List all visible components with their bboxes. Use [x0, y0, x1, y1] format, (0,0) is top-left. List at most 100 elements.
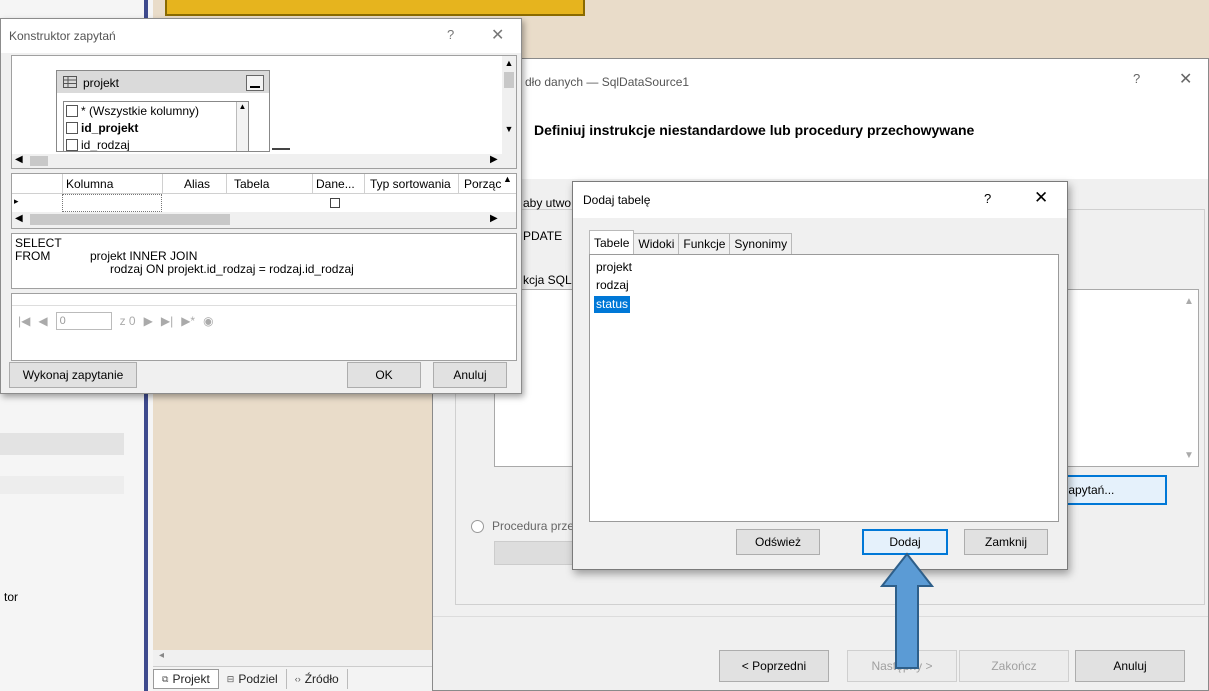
wizard-cancel-button[interactable]: Anuluj	[1075, 650, 1185, 682]
tab-source-view[interactable]: ‹› Źródło	[287, 669, 348, 689]
new-record-icon[interactable]: ▶*	[181, 314, 195, 328]
add-table-tabs: Tabele Widoki Funkcje Synonimy	[589, 230, 793, 254]
next-record-icon[interactable]: ▶	[144, 314, 153, 328]
query-builder-button[interactable]: r zapytań...	[1053, 475, 1167, 505]
diagram-pane[interactable]: projekt * (Wszystkie kolumny) id_projekt…	[11, 55, 517, 169]
grid-col-header[interactable]: Alias	[184, 177, 210, 191]
scroll-thumb[interactable]	[30, 156, 48, 166]
grid-cell-column[interactable]	[62, 194, 162, 212]
column-list-scrollbar[interactable]: ▲	[236, 102, 248, 151]
table-list[interactable]: projekt rodzaj status	[589, 254, 1059, 522]
results-pane[interactable]: |◀ ◀ 0 z 0 ▶ ▶| ▶* ◉	[11, 293, 517, 361]
previous-button[interactable]: < Poprzedni	[719, 650, 829, 682]
scroll-thumb[interactable]	[30, 214, 230, 225]
grid-header: Kolumna Alias Tabela Dane... Typ sortowa…	[12, 174, 516, 194]
ok-button[interactable]: OK	[347, 362, 421, 388]
tab-synonyms[interactable]: Synonimy	[729, 233, 793, 254]
table-icon	[63, 76, 77, 88]
view-mode-tabs: ⧉ Projekt ⊟ Podziel ‹› Źródło	[153, 666, 433, 691]
tab-split-view[interactable]: ⊟ Podziel	[219, 669, 287, 689]
record-navigator: |◀ ◀ 0 z 0 ▶ ▶| ▶* ◉	[18, 312, 214, 330]
grid-col-header[interactable]: Typ sortowania	[370, 177, 451, 191]
criteria-grid[interactable]: Kolumna Alias Tabela Dane... Typ sortowa…	[11, 173, 517, 229]
diagram-vscroll[interactable]: ▲ ▼	[502, 56, 516, 156]
column-checkbox[interactable]	[66, 139, 78, 151]
column-checkbox[interactable]	[66, 122, 78, 134]
tab-functions[interactable]: Funkcje	[678, 233, 731, 254]
scroll-right-icon[interactable]: ▶	[490, 154, 498, 165]
column-row[interactable]: id_projekt	[66, 120, 138, 136]
first-record-icon[interactable]: |◀	[18, 314, 30, 328]
wizard-instruction-text: aby utwo	[523, 196, 572, 210]
grid-hscroll[interactable]: ◀ ▶	[12, 212, 516, 228]
close-dialog-button[interactable]: Zamknij	[964, 529, 1048, 555]
tab-design-view[interactable]: ⧉ Projekt	[153, 669, 219, 689]
column-row[interactable]: * (Wszystkie kolumny)	[66, 103, 199, 119]
close-icon[interactable]: ✕	[1034, 188, 1048, 208]
diagram-hscroll[interactable]: ◀ ▶	[12, 154, 516, 168]
results-header	[12, 294, 516, 306]
sql-statement-label: kcja SQL:	[523, 273, 576, 287]
output-checkbox[interactable]	[330, 198, 340, 208]
record-position-input[interactable]: 0	[55, 312, 112, 330]
scroll-thumb[interactable]	[504, 72, 514, 88]
grid-col-header[interactable]: Porząc	[464, 177, 501, 191]
scroll-up-icon[interactable]: ▲	[503, 174, 512, 184]
list-item[interactable]: rodzaj	[594, 277, 631, 294]
scroll-left-icon[interactable]: ◀	[15, 213, 23, 224]
query-builder-dialog: Konstruktor zapytań ? ✕ projekt * (Wszys…	[0, 18, 522, 394]
scroll-up-icon[interactable]: ▲	[1184, 296, 1194, 307]
column-checkbox[interactable]	[66, 105, 78, 117]
column-label: * (Wszystkie kolumny)	[81, 104, 200, 118]
list-item[interactable]: projekt	[594, 259, 634, 276]
table-node-header[interactable]: projekt	[57, 71, 269, 93]
last-record-icon[interactable]: ▶|	[161, 314, 173, 328]
tab-label: Projekt	[172, 672, 210, 686]
project-view-icon: ⧉	[162, 673, 169, 684]
qb-title: Konstruktor zapytań	[9, 29, 116, 43]
column-row[interactable]: id_rodzaj	[66, 137, 130, 151]
source-view-icon: ‹›	[294, 674, 301, 684]
wizard-footer: < Poprzedni Następny > Zakończ Anuluj	[433, 616, 1208, 690]
sql-pane[interactable]: SELECT FROM projekt INNER JOIN rodzaj ON…	[11, 233, 517, 289]
qb-cancel-button[interactable]: Anuluj	[433, 362, 507, 388]
table-name: projekt	[83, 76, 120, 90]
tab-label: Podziel	[238, 672, 278, 686]
grid-col-header[interactable]: Kolumna	[66, 177, 113, 191]
prev-record-icon[interactable]: ◀	[38, 314, 47, 328]
help-icon[interactable]: ?	[984, 191, 991, 206]
column-label: id_projekt	[81, 121, 139, 135]
refresh-button[interactable]: Odśwież	[736, 529, 820, 555]
qb-titlebar: Konstruktor zapytań ? ✕	[1, 19, 521, 53]
finish-button[interactable]: Zakończ	[959, 650, 1069, 682]
stop-icon[interactable]: ◉	[203, 314, 213, 328]
grid-col-header[interactable]: Dane...	[316, 177, 355, 191]
editor-hscroll[interactable]: ◂	[153, 650, 433, 666]
close-icon[interactable]: ✕	[1179, 69, 1192, 89]
grid-col-header[interactable]: Tabela	[234, 177, 269, 191]
tab-views[interactable]: Widoki	[633, 233, 680, 254]
list-item-selected[interactable]: status	[594, 296, 631, 313]
help-icon[interactable]: ?	[447, 27, 454, 42]
up-arrow-annotation	[880, 552, 934, 669]
explorer-label: tor	[4, 590, 19, 604]
close-icon[interactable]: ✕	[491, 25, 504, 45]
help-icon[interactable]: ?	[1133, 71, 1140, 86]
scroll-down-icon[interactable]: ▼	[1184, 450, 1194, 461]
stored-procedure-label: Procedura prze	[492, 519, 575, 533]
scroll-up-icon[interactable]: ▲	[237, 102, 248, 111]
sql-text: rodzaj ON projekt.id_rodzaj = rodzaj.id_…	[110, 262, 354, 276]
stored-procedure-radio[interactable]	[471, 520, 484, 533]
tab-tables[interactable]: Tabele	[589, 230, 635, 254]
table-node-projekt[interactable]: projekt * (Wszystkie kolumny) id_projekt…	[56, 70, 270, 152]
scroll-left-icon[interactable]: ◀	[15, 154, 23, 165]
tab-update[interactable]: PDATE	[523, 229, 562, 243]
scroll-right-icon[interactable]: ▶	[490, 213, 498, 224]
minimize-icon[interactable]	[246, 75, 264, 91]
execute-query-button[interactable]: Wykonaj zapytanie	[9, 362, 137, 388]
explorer-row[interactable]	[0, 433, 124, 455]
explorer-row[interactable]	[0, 476, 124, 494]
row-pointer-icon: ▸	[14, 196, 19, 206]
scroll-down-icon[interactable]: ▼	[502, 124, 516, 134]
scroll-up-icon[interactable]: ▲	[502, 58, 516, 68]
